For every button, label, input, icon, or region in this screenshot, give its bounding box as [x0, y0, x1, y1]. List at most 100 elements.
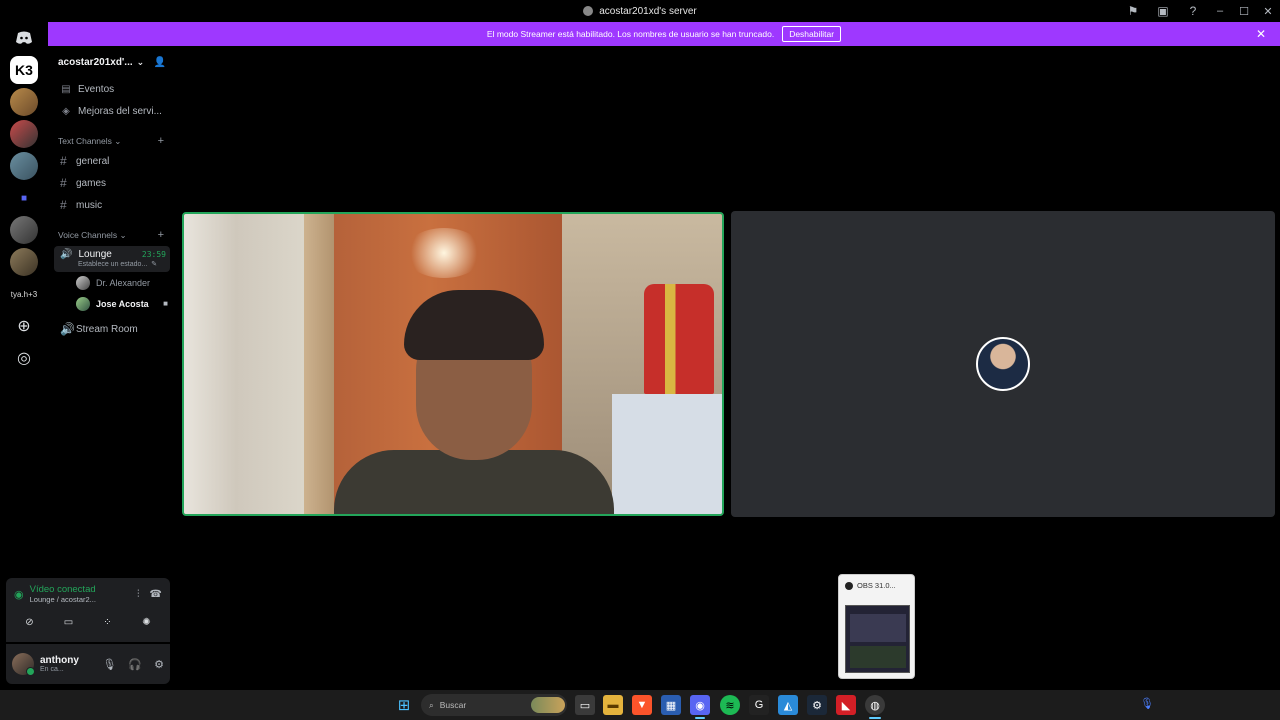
activities-button[interactable]: ⁘ — [91, 612, 125, 632]
sidebar-item-events[interactable]: ▤ Eventos — [48, 78, 176, 100]
voice-connection-panel: ◉ Vídeo conectad Lounge / acostar2... ⫶ … — [6, 578, 170, 642]
help-icon[interactable]: ? — [1178, 0, 1208, 22]
close-window-button[interactable]: ✕ — [1256, 0, 1280, 22]
camera-tile[interactable] — [182, 212, 724, 516]
member-name: Dr. Alexander — [96, 277, 151, 288]
channel-music[interactable]: # music — [48, 194, 176, 216]
disconnect-icon[interactable]: ☎ — [150, 589, 162, 600]
sidebar-item-boosts[interactable]: ◈ Mejoras del servi... — [48, 100, 176, 122]
microphone-tray-icon[interactable]: 🎙 — [1140, 697, 1154, 710]
signal-icon[interactable]: ◉ — [14, 588, 24, 601]
inbox-icon[interactable]: ▣ — [1148, 0, 1178, 22]
title-bar: acostar201xd's server ⚑ ▣ ? – ☐ ✕ — [0, 0, 1280, 22]
participant-tile[interactable] — [731, 211, 1275, 517]
window-title: acostar201xd's server — [583, 6, 697, 17]
active-app-indicator — [695, 717, 705, 719]
voice-connection-status[interactable]: Vídeo conectad — [30, 584, 96, 595]
task-view-icon[interactable]: ▭ — [575, 695, 595, 715]
server-icon[interactable] — [10, 120, 38, 148]
server-icon[interactable] — [10, 152, 38, 180]
add-channel-icon[interactable]: + — [158, 229, 164, 241]
user-panel: anthony En ca... 🎙 🎧 ⚙ — [6, 644, 170, 684]
g-hub-icon[interactable]: G — [749, 695, 769, 715]
headphones-icon[interactable]: 🎧 — [128, 658, 142, 671]
edit-icon[interactable]: ✎ — [151, 260, 157, 268]
disable-streamer-button[interactable]: Deshabilitar — [782, 26, 842, 42]
obs-icon[interactable]: ◍ — [865, 695, 885, 715]
spotify-icon[interactable]: ≋ — [720, 695, 740, 715]
boost-icon: ◈ — [62, 105, 70, 117]
channel-general[interactable]: # general — [48, 150, 176, 172]
server-icon[interactable] — [10, 216, 38, 244]
close-icon[interactable]: ✕ — [1256, 27, 1266, 41]
explore-icon[interactable]: ◎ — [10, 344, 38, 372]
store-icon[interactable]: ▦ — [661, 695, 681, 715]
invite-icon[interactable]: 👤 — [154, 57, 166, 68]
camera-off-button[interactable]: ⊘ — [13, 612, 47, 632]
speaker-icon: 🔊 — [60, 322, 75, 336]
inbox-flag-icon[interactable]: ⚑ — [1118, 0, 1148, 22]
chevron-down-icon: ⌄ — [136, 56, 145, 67]
hash-icon: # — [60, 198, 67, 212]
text-channels-header[interactable]: Text Channels ⌄ + — [48, 132, 176, 150]
server-icon[interactable] — [10, 88, 38, 116]
server-mini-icon — [583, 6, 594, 16]
obs-preview-title: OBS 31.0... — [857, 581, 896, 590]
voice-member[interactable]: Dr. Alexander — [48, 272, 176, 293]
file-explorer-icon[interactable]: ▬ — [603, 695, 623, 715]
calendar-icon: ▤ — [61, 83, 71, 95]
minimize-button[interactable]: – — [1208, 0, 1232, 22]
channel-label: general — [76, 155, 110, 167]
user-status: En ca... — [40, 666, 64, 673]
photos-icon[interactable]: ◭ — [778, 695, 798, 715]
obs-preview-popup[interactable]: OBS 31.0... — [838, 574, 915, 679]
amd-icon[interactable]: ◣ — [836, 695, 856, 715]
username: anthony — [40, 655, 79, 666]
voice-channel-lounge[interactable]: 🔊 Lounge 23:59 Establece un estado... ✎ — [54, 246, 170, 272]
section-label: Voice Channels — [58, 229, 118, 240]
video-stage — [176, 46, 1280, 690]
screen-share-button[interactable]: ▭ — [52, 612, 86, 632]
camera-feed — [184, 214, 314, 514]
taskbar: ⊞ ⌕ Buscar ▭ ▬ ▼ ▦ ◉ ≋ G ◭ ⚙ ◣ ◍ 🎙 — [0, 690, 1280, 720]
voice-connection-location[interactable]: Lounge / acostar2... — [30, 595, 96, 604]
search-highlight-icon — [531, 697, 565, 713]
server-icon[interactable] — [10, 248, 38, 276]
search-icon: ⌕ — [429, 699, 434, 710]
brave-icon[interactable]: ▼ — [632, 695, 652, 715]
avatar — [76, 275, 90, 290]
voice-timer: 23:59 — [141, 250, 166, 259]
streamer-mode-banner: El modo Streamer está habilitado. Los no… — [48, 22, 1280, 46]
channel-games[interactable]: # games — [48, 172, 176, 194]
voice-member[interactable]: Jose Acosta ■ — [48, 293, 176, 314]
title-bar-actions: ⚑ ▣ ? – ☐ ✕ — [1118, 0, 1280, 22]
server-folder-icon[interactable]: ■ — [10, 184, 38, 212]
section-label: Text Channels — [58, 135, 112, 146]
add-channel-icon[interactable]: + — [158, 135, 164, 147]
channel-label: Stream Room — [76, 323, 138, 335]
settings-gear-icon[interactable]: ⚙ — [154, 658, 164, 671]
active-app-indicator — [869, 717, 881, 719]
add-server-icon[interactable]: ⊕ — [10, 312, 38, 340]
server-text-icon[interactable]: tya.h+3 — [10, 280, 38, 308]
soundboard-button[interactable]: ✺ — [130, 612, 164, 632]
camera-person — [334, 290, 614, 514]
camera-feed-part — [404, 228, 484, 278]
camera-feed-part — [404, 290, 544, 360]
camera-feed-part — [612, 394, 722, 514]
voice-channel-stream-room[interactable]: 🔊 Stream Room — [48, 318, 176, 340]
avatar[interactable] — [12, 653, 35, 676]
voice-status[interactable]: Establece un estado... ✎ — [60, 260, 166, 269]
microphone-icon[interactable]: 🎙 — [102, 658, 116, 671]
discord-home-icon[interactable] — [10, 24, 38, 52]
server-k3-icon[interactable]: K3 — [10, 56, 38, 84]
maximize-button[interactable]: ☐ — [1232, 0, 1256, 22]
steam-icon[interactable]: ⚙ — [807, 695, 827, 715]
discord-icon[interactable]: ◉ — [690, 695, 710, 715]
windows-start-icon[interactable]: ⊞ — [394, 695, 414, 715]
noise-suppression-icon[interactable]: ⫶ — [137, 589, 140, 600]
banner-message: El modo Streamer está habilitado. Los no… — [486, 29, 775, 39]
server-header[interactable]: acostar201xd'... ⌄ 👤 — [48, 46, 176, 78]
voice-channels-header[interactable]: Voice Channels ⌄ + — [48, 226, 176, 244]
taskbar-search[interactable]: ⌕ Buscar — [421, 694, 567, 716]
